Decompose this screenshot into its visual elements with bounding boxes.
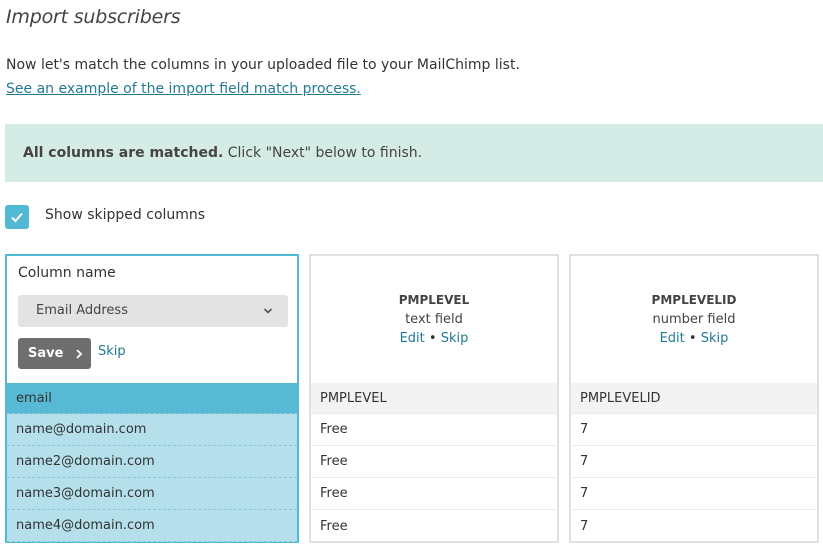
column-field-name: PMPLEVELID <box>651 293 737 307</box>
column-field-name: PMPLEVEL <box>398 293 470 307</box>
show-skipped-label[interactable]: Show skipped columns <box>45 207 205 223</box>
table-row: Free <box>311 446 557 478</box>
chevron-down-icon <box>263 308 273 314</box>
page-title: Import subscribers <box>6 6 181 28</box>
field-select-value: Email Address <box>36 303 128 318</box>
table-row: 7 <box>571 446 817 478</box>
save-button[interactable]: Save <box>18 338 91 369</box>
table-row: Free <box>311 478 557 510</box>
checkmark-icon <box>11 212 23 223</box>
notice-bold: All columns are matched. <box>23 145 224 161</box>
table-row: 7 <box>580 518 589 534</box>
intro-text: Now let's match the columns in your uplo… <box>6 57 520 73</box>
separator-dot: • <box>428 331 441 346</box>
column-header-cell: PMPLEVEL <box>311 383 557 414</box>
example-link[interactable]: See an example of the import field match… <box>6 81 361 97</box>
column-header-cell: email <box>7 383 297 414</box>
table-row: name3@domain.com <box>7 478 297 510</box>
field-select[interactable]: Email Address <box>18 295 288 327</box>
notice-text: All columns are matched. Click "Next" be… <box>23 145 422 161</box>
edit-link[interactable]: Edit <box>660 331 685 346</box>
column-card-pmplevelid: PMPLEVELID number field Edit • Skip PMPL… <box>569 254 819 543</box>
table-row: name@domain.com <box>7 414 297 446</box>
edit-link[interactable]: Edit <box>400 331 425 346</box>
skip-link[interactable]: Skip <box>701 331 729 346</box>
separator-dot: • <box>688 331 701 346</box>
column-actions: Edit • Skip <box>571 331 817 346</box>
show-skipped-checkbox[interactable] <box>5 205 29 229</box>
column-name-label: Column name <box>18 265 116 281</box>
table-row: name2@domain.com <box>7 446 297 478</box>
column-card-email: Column name Email Address Save Skip emai… <box>5 254 299 543</box>
table-row: 7 <box>571 414 817 446</box>
match-notice: All columns are matched. Click "Next" be… <box>5 124 823 182</box>
table-row: name4@domain.com <box>7 510 297 542</box>
skip-link[interactable]: Skip <box>441 331 469 346</box>
table-row: 7 <box>571 478 817 510</box>
column-rows: email name@domain.com name2@domain.com n… <box>7 383 297 542</box>
column-rows: PMPLEVELID 7 7 7 7 <box>571 383 817 542</box>
table-row: Free <box>320 518 348 534</box>
column-rows: PMPLEVEL Free Free Free Free <box>311 383 557 542</box>
save-button-label: Save <box>28 346 64 361</box>
chevron-right-icon <box>76 348 83 359</box>
notice-message: Click "Next" below to finish. <box>223 145 423 161</box>
table-row: Free <box>311 414 557 446</box>
column-actions: Edit • Skip <box>311 331 557 346</box>
column-card-pmplevel: PMPLEVEL text field Edit • Skip PMPLEVEL… <box>309 254 559 543</box>
column-field-type: text field <box>405 312 463 327</box>
column-header-cell: PMPLEVELID <box>571 383 817 414</box>
column-field-type: number field <box>652 312 736 327</box>
skip-link[interactable]: Skip <box>98 344 126 359</box>
